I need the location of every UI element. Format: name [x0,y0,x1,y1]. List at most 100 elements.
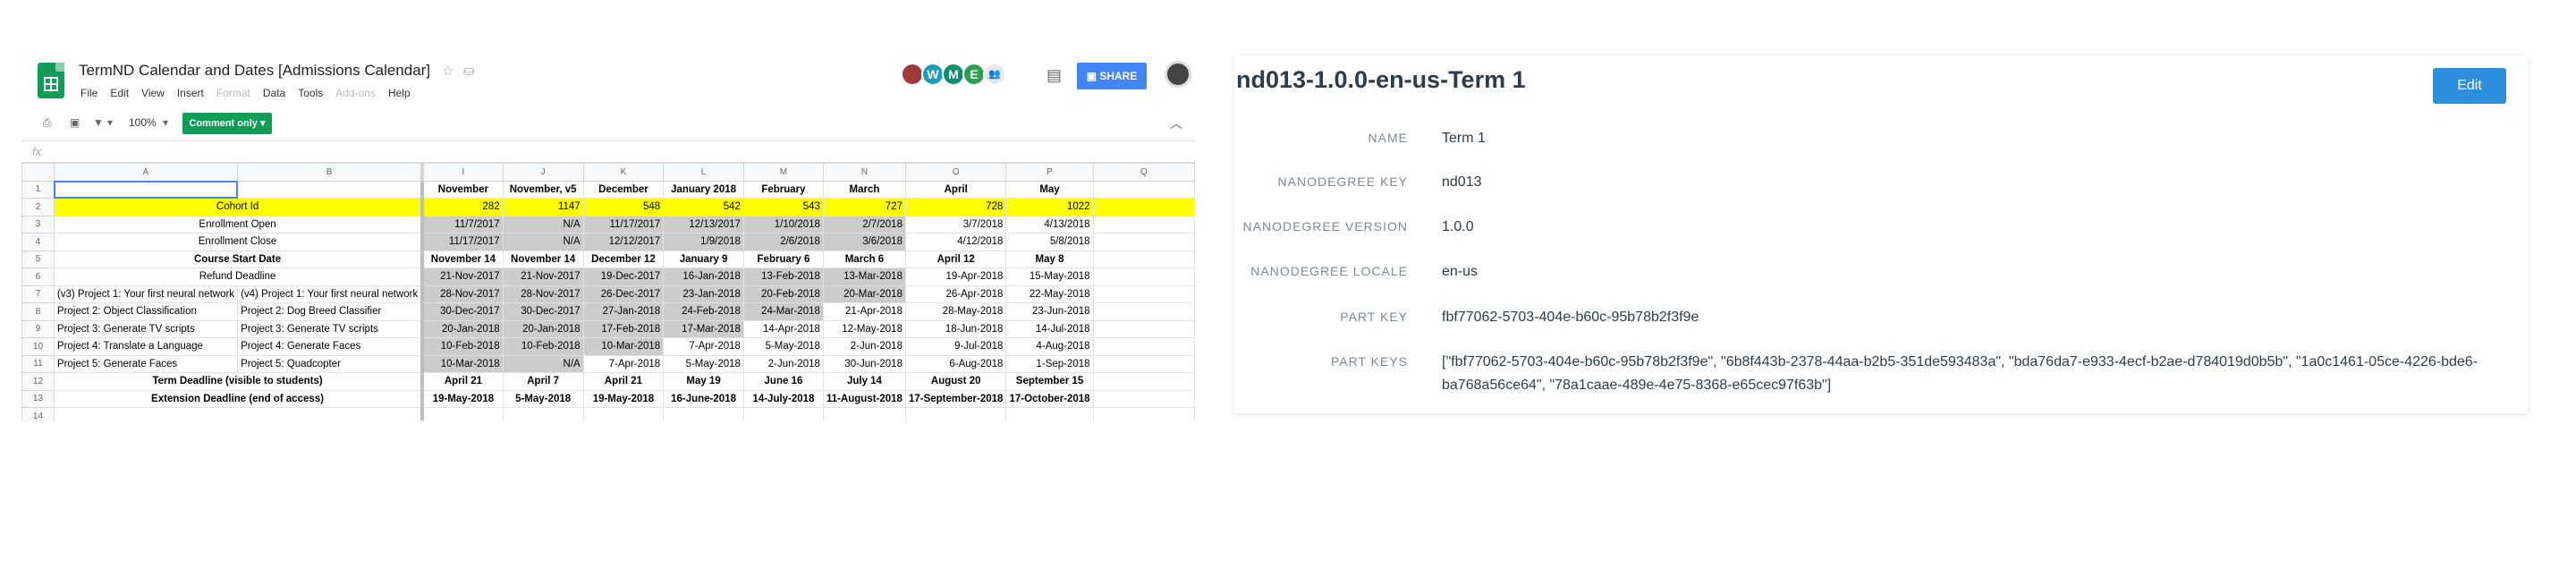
cell[interactable]: 543 [742,198,824,217]
cell[interactable]: November 14 [421,250,504,268]
cell[interactable]: 12/13/2017 [663,215,744,234]
cell[interactable]: 2-Jun-2018 [742,354,824,373]
zoom-dropdown-icon[interactable]: ▾ [163,116,168,129]
cell[interactable] [53,180,239,199]
cell[interactable]: 5-May-2018 [742,337,824,356]
cell[interactable]: 20-Feb-2018 [742,284,824,303]
cell[interactable]: Project 4: Generate Faces [237,337,425,356]
cell[interactable] [1092,250,1195,268]
cell[interactable]: 13-Mar-2018 [822,268,906,286]
filter-dropdown-icon[interactable]: ▾ [107,116,113,129]
comments-icon[interactable]: ▤ [1046,66,1062,85]
filter-icon[interactable]: ▼ [93,116,104,129]
row-header[interactable]: 7 [21,284,55,303]
cell[interactable] [1092,198,1195,217]
cell[interactable]: 542 [663,198,744,217]
cell[interactable]: N/A [502,354,584,373]
menu-edit[interactable]: Edit [110,87,129,99]
cell[interactable]: 4/12/2018 [904,233,1007,251]
row-header[interactable]: 4 [21,233,55,251]
cell[interactable]: (v4) Project 1: Your first neural networ… [237,284,425,303]
cell[interactable]: November [421,180,504,199]
cell[interactable] [1092,180,1195,199]
cell[interactable]: 14-July-2018 [742,389,824,408]
cell[interactable]: 30-Jun-2018 [822,354,906,373]
add-comment-icon[interactable]: ▣ [70,116,80,129]
cell[interactable]: 19-Dec-2017 [582,268,665,286]
cell[interactable]: (v3) Project 1: Your first neural networ… [53,284,239,303]
cell[interactable] [237,180,425,199]
cell[interactable]: 27-Jan-2018 [582,302,665,321]
cell[interactable]: 2/6/2018 [742,233,824,251]
more-viewers-icon[interactable]: 👥 [983,63,1006,86]
column-header[interactable]: A [53,163,239,182]
row-header[interactable]: 2 [21,198,55,217]
cell[interactable]: 15-May-2018 [1005,268,1094,286]
row-header[interactable]: 5 [21,250,55,268]
cell[interactable]: 13-Feb-2018 [742,268,824,286]
cell[interactable]: 10-Feb-2018 [502,337,584,356]
cell[interactable]: 10-Mar-2018 [582,337,665,356]
cell[interactable]: 11-August-2018 [822,389,906,408]
share-button[interactable]: ▣ SHARE [1077,63,1147,89]
cell[interactable]: 19-Apr-2018 [904,268,1007,286]
collapse-menu-icon[interactable]: ︿ [1170,115,1182,132]
cell[interactable]: June 16 [742,372,824,391]
cell[interactable]: 23-Jun-2018 [1005,302,1094,321]
cell[interactable] [904,407,1007,420]
cell[interactable] [1092,215,1195,234]
cell[interactable] [582,407,665,420]
cell[interactable]: 24-Feb-2018 [663,302,744,321]
row-header[interactable]: 13 [21,389,55,408]
cell[interactable]: 548 [582,198,665,217]
cell[interactable]: March 6 [822,250,906,268]
cell[interactable]: 22-May-2018 [1005,284,1094,303]
cell[interactable]: 3/6/2018 [822,233,906,251]
menu-view[interactable]: View [141,87,165,99]
cell[interactable]: 17-September-2018 [904,389,1007,408]
cell[interactable]: April 12 [904,250,1007,268]
cell[interactable]: Course Start Date [53,250,425,268]
cell[interactable]: April 7 [502,372,584,391]
cell[interactable] [1092,337,1195,356]
cell[interactable]: 16-Jan-2018 [663,268,744,286]
cell[interactable]: Enrollment Open [53,215,425,234]
cell[interactable]: 20-Mar-2018 [822,284,906,303]
cell[interactable]: Project 4: Translate a Language [53,337,239,356]
cell[interactable]: N/A [502,233,584,251]
column-header[interactable]: B [237,163,425,182]
cell[interactable]: 4/13/2018 [1005,215,1094,234]
cell[interactable]: 6-Aug-2018 [904,354,1007,373]
row-header[interactable]: 12 [21,372,55,391]
cell[interactable]: 2/7/2018 [822,215,906,234]
cell[interactable]: 5-May-2018 [663,354,744,373]
cell[interactable] [1092,354,1195,373]
cell[interactable]: Cohort Id [53,198,425,217]
cell[interactable]: 1-Sep-2018 [1005,354,1094,373]
row-header[interactable]: 14 [21,407,55,420]
cell[interactable] [421,407,504,420]
cell[interactable]: 2-Jun-2018 [822,337,906,356]
cell[interactable]: 19-May-2018 [582,389,665,408]
cell[interactable]: April 21 [421,372,504,391]
cell[interactable]: Refund Deadline [53,268,425,286]
menu-insert[interactable]: Insert [177,87,204,99]
cell[interactable]: Enrollment Close [53,233,425,251]
cell[interactable]: 7-Apr-2018 [582,354,665,373]
cell[interactable]: Project 2: Object Classification [53,302,239,321]
cell[interactable] [1092,302,1195,321]
cell[interactable]: 18-Jun-2018 [904,319,1007,338]
cell[interactable]: 1/10/2018 [742,215,824,234]
cell[interactable] [742,407,824,420]
cell[interactable]: 21-Nov-2017 [502,268,584,286]
cell[interactable] [1092,284,1195,303]
cell[interactable]: 28-May-2018 [904,302,1007,321]
edit-button[interactable]: Edit [2433,68,2506,104]
star-icon[interactable]: ☆ [442,63,453,79]
column-header[interactable]: K [582,163,665,182]
cell[interactable]: Project 3: Generate TV scripts [53,319,239,338]
cell[interactable] [53,407,425,420]
cell[interactable]: November 14 [502,250,584,268]
cell[interactable]: 30-Dec-2017 [421,302,504,321]
column-header[interactable]: Q [1092,163,1195,182]
